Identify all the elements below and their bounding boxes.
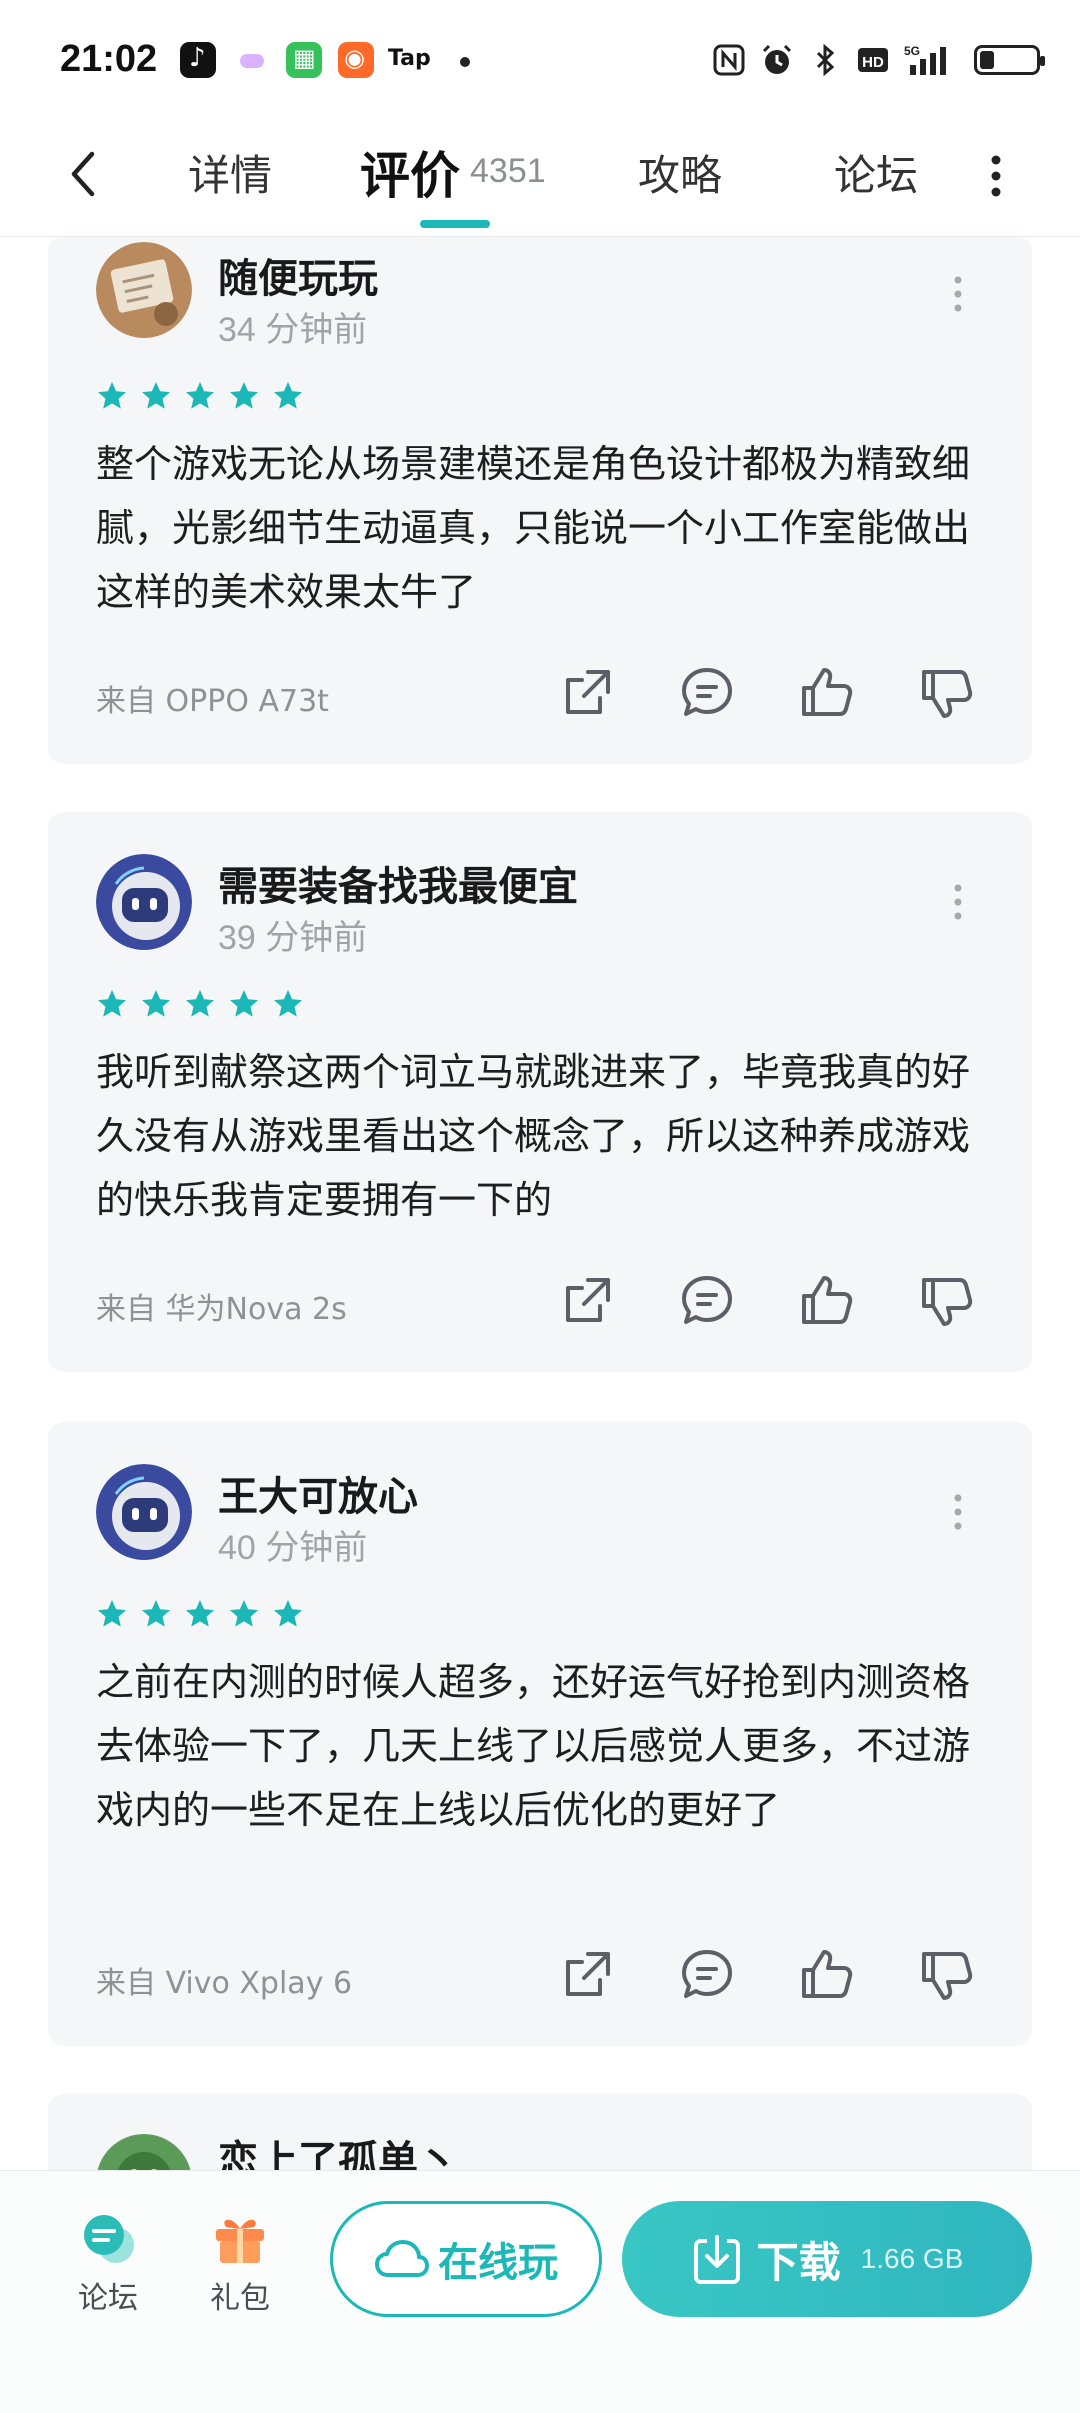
more-options-icon[interactable] xyxy=(984,146,1008,206)
share-icon[interactable] xyxy=(558,1272,616,1330)
battery-icon xyxy=(974,45,1045,75)
forum-button[interactable]: 论坛 xyxy=(58,2211,158,2317)
thumbs-down-icon[interactable] xyxy=(918,664,976,722)
star-icon xyxy=(98,1600,126,1627)
gift-button[interactable]: 礼包 xyxy=(190,2211,290,2317)
star-icon xyxy=(98,382,126,409)
clock: 21:02 xyxy=(60,38,158,80)
app-notification-icon xyxy=(234,42,270,78)
review-card: 王大可放心 40 分钟前 之前在内测的时候人超多，还好运气好抢到内测资格去体验一… xyxy=(48,1422,1032,2046)
gift-label: 礼包 xyxy=(210,2281,270,2316)
review-text[interactable]: 整个游戏无论从场景建模还是角色设计都极为精致细腻，光影细节生动逼真，只能说一个小… xyxy=(96,432,996,624)
star-icon xyxy=(274,990,302,1017)
avatar[interactable] xyxy=(96,242,192,338)
review-count: 4351 xyxy=(470,152,546,190)
share-icon[interactable] xyxy=(558,1946,616,2004)
review-more-icon[interactable] xyxy=(948,882,968,922)
play-online-button[interactable]: 在线玩 xyxy=(330,2201,602,2317)
star-icon xyxy=(230,990,258,1017)
review-username[interactable]: 王大可放心 xyxy=(218,1464,418,1522)
alarm-icon xyxy=(762,44,792,74)
review-card: 需要装备找我最便宜 39 分钟前 我听到献祭这两个词立马就跳进来了，毕竟我真的好… xyxy=(48,812,1032,1372)
avatar[interactable] xyxy=(96,854,192,950)
star-icon xyxy=(186,1600,214,1627)
play-online-label: 在线玩 xyxy=(438,2240,558,2286)
review-more-icon[interactable] xyxy=(948,1492,968,1532)
star-rating xyxy=(96,380,304,412)
thumbs-down-icon[interactable] xyxy=(918,1272,976,1330)
signal-5g-icon: 5G xyxy=(904,44,946,75)
forum-label: 论坛 xyxy=(78,2281,138,2316)
tab-forum[interactable]: 论坛 xyxy=(834,142,918,203)
star-icon xyxy=(230,1600,258,1627)
review-time: 34 分钟前 xyxy=(218,311,368,349)
review-more-icon[interactable] xyxy=(948,274,968,314)
star-rating xyxy=(96,988,304,1020)
review-text[interactable]: 之前在内测的时候人超多，还好运气好抢到内测资格去体验一下了，几天上线了以后感觉人… xyxy=(96,1650,996,1842)
download-icon xyxy=(693,2235,740,2284)
cloud-icon xyxy=(375,2240,429,2277)
review-card: 随便玩玩 34 分钟前 整个游戏无论从场景建模还是角色设计都极为精致细腻，光影细… xyxy=(48,236,1032,764)
review-device: 来自 华为Nova 2s xyxy=(96,1292,347,1327)
avatar[interactable] xyxy=(96,1464,192,1560)
star-icon xyxy=(142,382,170,409)
bottom-action-bar: 论坛 礼包 在线玩 下载 1.66 GB xyxy=(0,2170,1080,2413)
star-icon xyxy=(274,1600,302,1627)
star-icon xyxy=(274,382,302,409)
svg-text:5G: 5G xyxy=(904,44,920,58)
download-size: 1.66 GB xyxy=(860,2243,964,2274)
tab-guides[interactable]: 攻略 xyxy=(638,142,722,203)
svg-text:HD: HD xyxy=(862,54,884,71)
review-text[interactable]: 我听到献祭这两个词立马就跳进来了，毕竟我真的好久没有从游戏里看出这个概念了，所以… xyxy=(96,1040,996,1232)
back-arrow-icon[interactable] xyxy=(60,144,110,204)
thumbs-up-icon[interactable] xyxy=(798,664,856,722)
comment-icon[interactable] xyxy=(678,1272,736,1330)
bluetooth-icon xyxy=(816,43,835,77)
tiktok-notification-icon xyxy=(180,42,216,78)
star-icon xyxy=(186,990,214,1017)
download-button[interactable]: 下载 1.66 GB xyxy=(622,2201,1032,2317)
comment-icon[interactable] xyxy=(678,1946,736,2004)
star-icon xyxy=(186,382,214,409)
thumbs-down-icon[interactable] xyxy=(918,1946,976,2004)
hd-icon: HD xyxy=(858,48,888,72)
thumbs-up-icon[interactable] xyxy=(798,1272,856,1330)
comment-icon[interactable] xyxy=(678,664,736,722)
gift-icon xyxy=(216,2219,264,2263)
review-device: 来自 OPPO A73t xyxy=(96,684,329,719)
thumbs-up-icon[interactable] xyxy=(798,1946,856,2004)
active-tab-indicator xyxy=(420,220,490,228)
status-bar: 21:02 Tap HD 5G xyxy=(0,0,1080,120)
review-time: 39 分钟前 xyxy=(218,919,368,957)
star-icon xyxy=(142,1600,170,1627)
review-username[interactable]: 随便玩玩 xyxy=(218,246,378,304)
tap-notification-icon: Tap xyxy=(388,46,431,71)
star-icon xyxy=(98,990,126,1017)
star-icon xyxy=(142,990,170,1017)
nfc-icon xyxy=(713,44,745,76)
app-notification-icon xyxy=(338,42,374,78)
share-icon[interactable] xyxy=(558,664,616,722)
forum-icon xyxy=(84,2215,134,2263)
review-username[interactable]: 需要装备找我最便宜 xyxy=(218,854,578,912)
star-rating xyxy=(96,1598,304,1630)
app-notification-icon xyxy=(286,42,322,78)
tab-reviews[interactable]: 评价 xyxy=(360,136,460,208)
star-icon xyxy=(230,382,258,409)
review-device: 来自 Vivo Xplay 6 xyxy=(96,1966,353,2001)
more-notifications-dot xyxy=(460,57,470,67)
tab-details[interactable]: 详情 xyxy=(188,142,272,203)
download-label: 下载 xyxy=(756,2237,841,2287)
tab-bar: 详情 评价 4351 攻略 论坛 xyxy=(0,120,1080,237)
review-time: 40 分钟前 xyxy=(218,1529,368,1567)
